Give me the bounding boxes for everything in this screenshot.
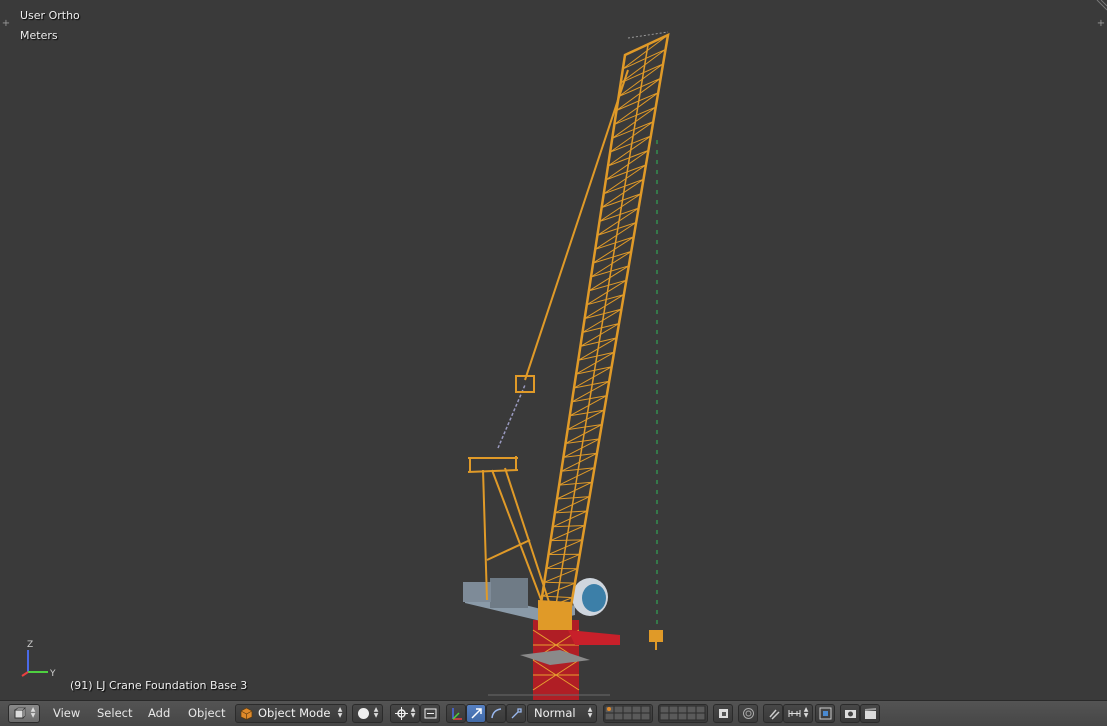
proportional-edit-icon xyxy=(743,708,754,719)
manipulator-toggle-button[interactable] xyxy=(446,704,466,723)
layer-buttons-2[interactable] xyxy=(658,704,708,723)
menu-view[interactable]: View xyxy=(53,704,80,723)
translate-arrow-icon xyxy=(471,708,482,719)
object-mode-cube-icon xyxy=(240,707,253,720)
manipulator-axes-icon xyxy=(452,708,462,720)
center-points-icon xyxy=(424,708,437,719)
snap-target-icon xyxy=(819,707,832,720)
3d-view-header: ▲ ▼ View Select Add Object Object Mode ▲ ▼… xyxy=(0,700,1107,726)
pivot-point-button[interactable]: ▲ ▼ xyxy=(390,704,420,723)
3d-viewport[interactable]: User Ortho Meters + + Z Y (91) LJ Crane … xyxy=(0,0,1107,700)
menu-add[interactable]: Add xyxy=(148,704,170,723)
proportional-editing-button[interactable] xyxy=(738,704,758,723)
orientation-label: Normal xyxy=(534,706,576,720)
transform-orientation-select[interactable]: Normal ▲ ▼ xyxy=(527,704,597,723)
scale-manipulator-button[interactable] xyxy=(506,704,526,723)
viewport-shading-button[interactable]: ▲ ▼ xyxy=(352,704,383,723)
render-animation-button[interactable] xyxy=(860,704,880,723)
panel-expand-right-icon[interactable]: + xyxy=(1096,19,1106,29)
menu-select[interactable]: Select xyxy=(97,704,132,723)
rotate-arc-icon xyxy=(491,708,502,719)
layers-grid-icon xyxy=(659,705,706,721)
units-label: Meters xyxy=(20,29,58,42)
translate-manipulator-button[interactable] xyxy=(466,704,486,723)
magnet-icon xyxy=(769,709,780,720)
panel-expand-left-icon[interactable]: + xyxy=(1,19,11,29)
axis-gizmo: Z Y xyxy=(21,640,56,679)
scale-icon xyxy=(511,708,522,719)
snap-increment-icon xyxy=(788,710,801,717)
layer-buttons-1[interactable] xyxy=(603,704,653,723)
camera-icon xyxy=(845,710,856,718)
area-split-grip-icon[interactable] xyxy=(1093,0,1107,14)
snap-toggle-button[interactable] xyxy=(763,704,783,723)
layers-grid-icon xyxy=(604,705,651,721)
editor-type-button[interactable]: ▲ ▼ xyxy=(8,704,40,723)
lock-layers-icon xyxy=(719,709,728,718)
mode-selector[interactable]: Object Mode ▲ ▼ xyxy=(235,704,347,723)
rotate-manipulator-button[interactable] xyxy=(486,704,506,723)
axis-y-label: Y xyxy=(49,669,56,679)
solid-shading-icon xyxy=(358,708,369,719)
view-name: User Ortho xyxy=(20,9,80,22)
3d-view-icon xyxy=(13,707,26,719)
clapperboard-icon xyxy=(865,708,876,719)
hook-block xyxy=(649,630,663,642)
dropdown-arrows-icon: ▲ ▼ xyxy=(30,706,36,719)
crane-model[interactable] xyxy=(0,0,1107,700)
render-still-button[interactable] xyxy=(840,704,860,723)
crane-boom xyxy=(524,31,670,614)
pivot-icon xyxy=(395,707,408,720)
manipulate-centers-button[interactable] xyxy=(420,704,440,723)
menu-object[interactable]: Object xyxy=(188,704,225,723)
snap-element-button[interactable]: ▲ ▼ xyxy=(783,704,813,723)
active-object-info: (91) LJ Crane Foundation Base 3 xyxy=(70,679,248,692)
lock-layers-button[interactable] xyxy=(713,704,733,723)
snap-target-button[interactable] xyxy=(815,704,835,723)
axis-z-label: Z xyxy=(27,640,33,650)
blender-window: User Ortho Meters + + Z Y (91) LJ Crane … xyxy=(0,0,1107,726)
crane-tower xyxy=(520,620,620,700)
